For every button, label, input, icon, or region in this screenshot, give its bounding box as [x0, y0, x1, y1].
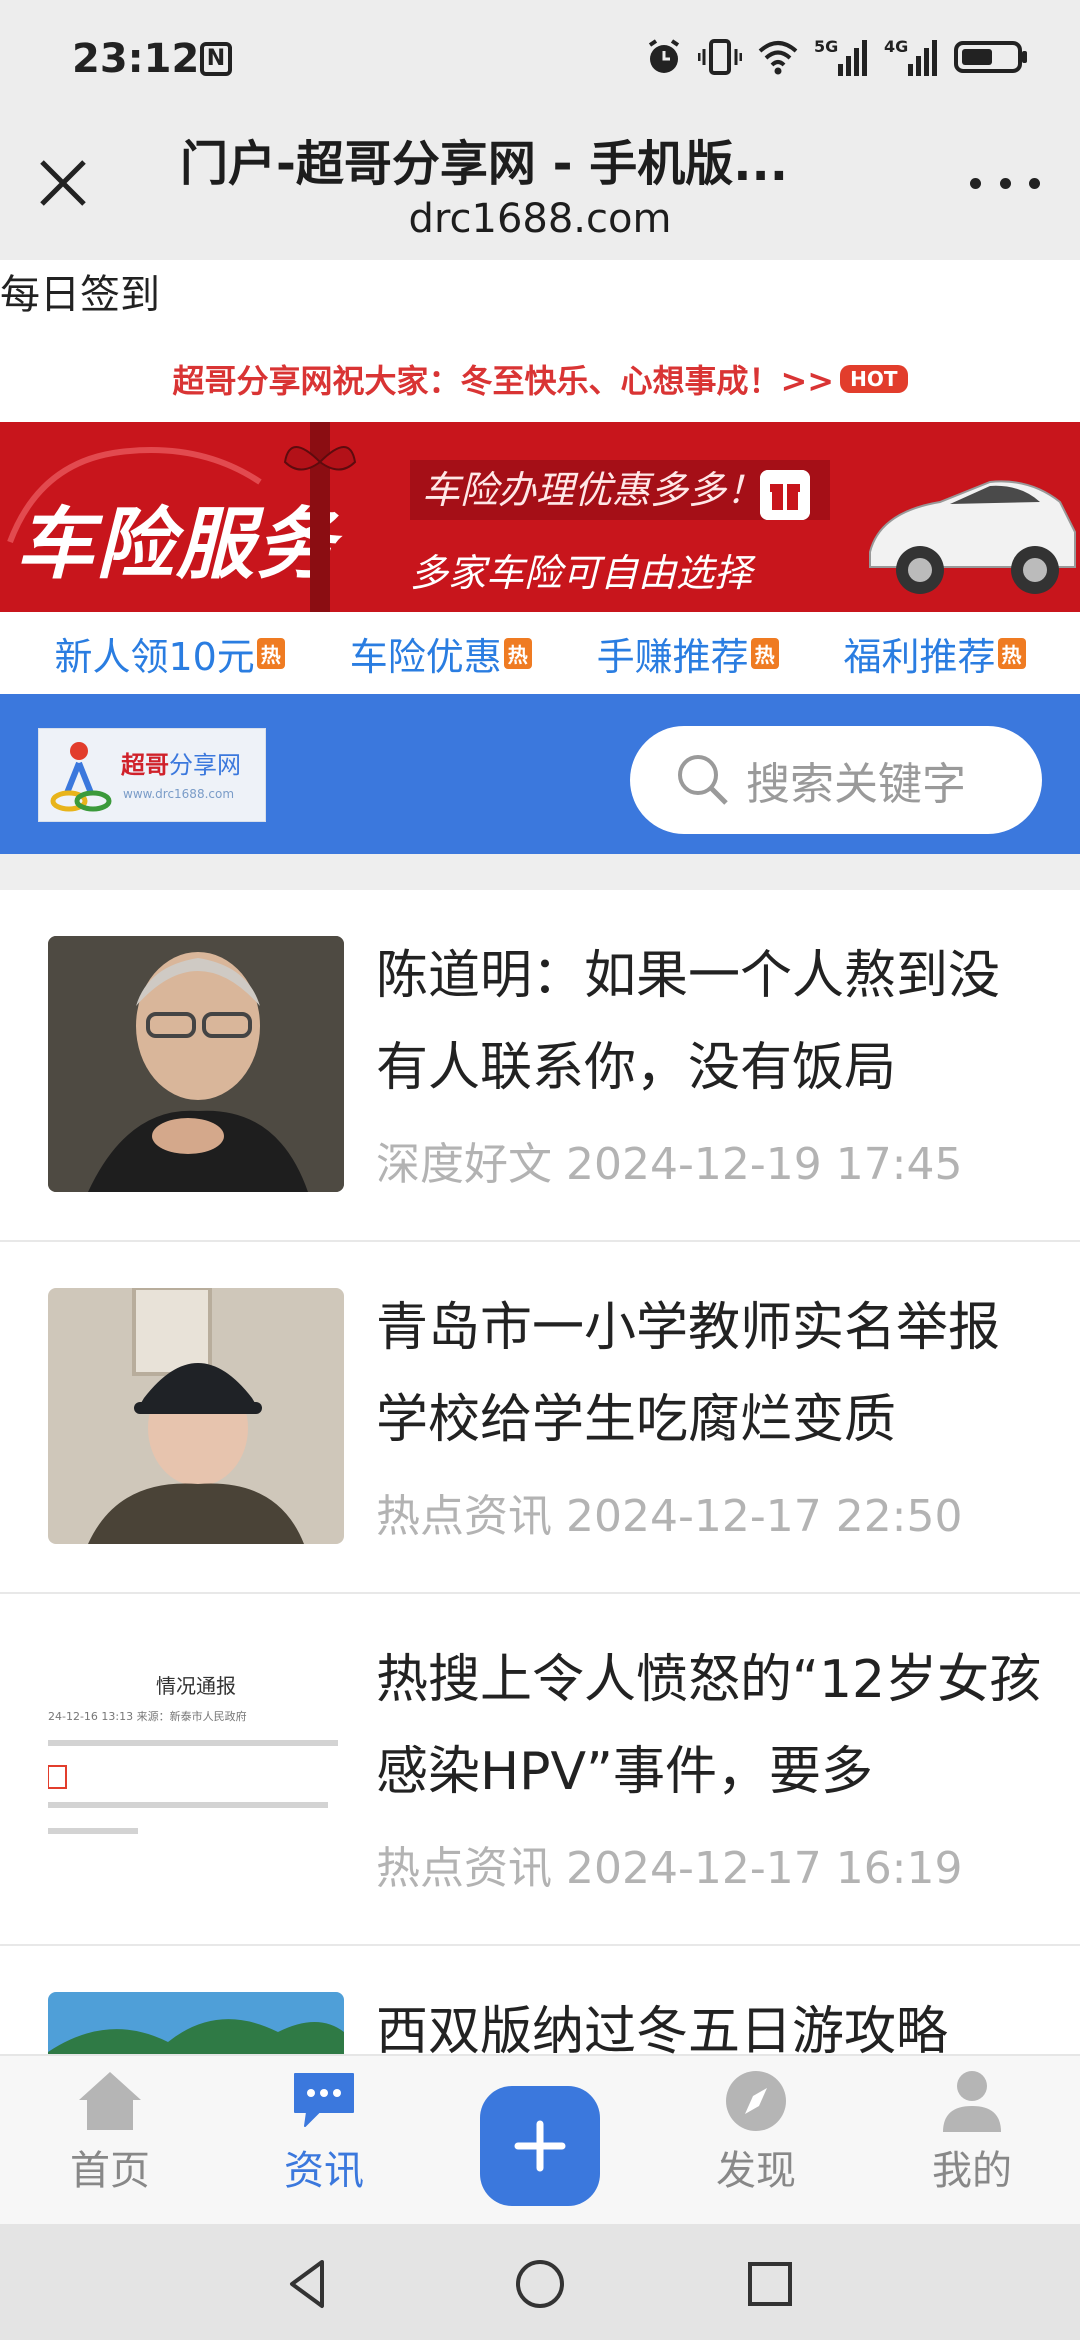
nav-discover[interactable]: 发现	[676, 2068, 836, 2196]
news-category: 深度好文	[376, 1139, 552, 1190]
signal-4g-icon: 4G	[884, 37, 937, 76]
user-icon	[943, 2071, 1001, 2132]
hot-tag: 热	[256, 637, 285, 669]
quick-link-label: 手赚推荐	[596, 634, 749, 679]
news-date: 2024-12-17 22:50	[566, 1491, 963, 1542]
nav-news[interactable]: 资讯	[244, 2068, 404, 2196]
news-date: 2024-12-17 16:19	[566, 1843, 963, 1894]
browser-title-bar: 门户-超哥分享网 - 手机版... drc1688.com	[0, 118, 1080, 260]
add-button[interactable]	[480, 2086, 600, 2206]
quick-link-car-insurance[interactable]: 车险优惠热	[350, 626, 532, 681]
wifi-icon	[758, 41, 798, 75]
nav-label: 资讯	[284, 2148, 364, 2194]
hot-tag: 热	[997, 637, 1026, 669]
announcement-marquee[interactable]: 超哥分享网祝大家：冬至快乐、心想事成！>> HOT	[0, 356, 1080, 402]
quick-link-earn[interactable]: 手赚推荐热	[597, 626, 779, 681]
status-time: 23:12	[72, 36, 200, 82]
hot-badge: HOT	[840, 365, 908, 393]
home-icon	[79, 2072, 141, 2130]
news-thumbnail	[48, 1288, 344, 1544]
logo-subtitle: www.drc1688.com	[123, 787, 235, 801]
quick-link-welfare[interactable]: 福利推荐热	[844, 626, 1026, 681]
quick-link-label: 车险优惠	[349, 634, 502, 679]
status-bar: 23:12 N 5G 4G	[0, 0, 1080, 118]
nav-label: 首页	[70, 2148, 150, 2194]
news-title: 热搜上令人愤怒的“12岁女孩感染HPV”事件，要多	[376, 1650, 1042, 1802]
back-icon[interactable]	[280, 2254, 340, 2314]
page-title: 门户-超哥分享网 - 手机版...	[180, 136, 788, 192]
vibrate-icon	[698, 39, 742, 75]
quick-link-label: 福利推荐	[843, 634, 996, 679]
list-item[interactable]: 情况通报 24-12-16 13:13 来源：新泰市人民政府 热搜上令人愤怒的“…	[0, 1594, 1080, 1946]
chat-icon	[294, 2073, 354, 2127]
news-meta: 热点资讯 2024-12-17 16:19	[376, 1832, 963, 1896]
ribbon-icon	[283, 422, 357, 612]
news-category: 热点资讯	[376, 1491, 552, 1542]
search-placeholder: 搜索关键字	[746, 759, 966, 810]
nav-home[interactable]: 首页	[30, 2068, 190, 2196]
logo-name-blue: 分享网	[169, 751, 241, 779]
news-title: 陈道明：如果一个人熬到没有人联系你，没有饭局	[376, 946, 1001, 1098]
add-icon	[514, 2120, 566, 2172]
nfc-icon: N	[200, 42, 232, 76]
divider	[0, 854, 1080, 890]
list-item[interactable]: 陈道明：如果一个人熬到没有人联系你，没有饭局 深度好文 2024-12-19 1…	[0, 890, 1080, 1242]
news-title: 青岛市一小学教师实名举报学校给学生吃腐烂变质	[376, 1298, 1001, 1450]
more-dots-icon[interactable]	[970, 168, 1040, 198]
car-insurance-banner[interactable]: 车险服务 车险办理优惠多多！！ 多家车险可自由选择	[0, 422, 1080, 612]
system-nav-bar	[0, 2224, 1080, 2340]
nav-label: 我的	[932, 2148, 1012, 2194]
news-category: 热点资讯	[376, 1843, 552, 1894]
announcement-text: 超哥分享网祝大家：冬至快乐、心想事成！>>	[172, 362, 835, 400]
list-item[interactable]: 青岛市一小学教师实名举报学校给学生吃腐烂变质 热点资讯 2024-12-17 2…	[0, 1242, 1080, 1594]
svg-text:5G: 5G	[814, 37, 838, 56]
banner-line-2: 多家车险可自由选择	[410, 551, 753, 595]
search-icon	[678, 755, 728, 805]
thumb-notice-title: 情况通报	[156, 1674, 236, 1698]
news-date: 2024-12-19 17:45	[566, 1139, 963, 1190]
news-thumbnail: 情况通报 24-12-16 13:13 来源：新泰市人民政府	[48, 1640, 344, 1896]
nav-label: 发现	[716, 2148, 796, 2194]
site-header: 超哥分享网 www.drc1688.com 搜索关键字	[0, 694, 1080, 854]
logo-text: 超哥分享网	[121, 745, 241, 780]
signal-5g-icon: 5G	[814, 37, 867, 76]
nav-profile[interactable]: 我的	[892, 2068, 1052, 2196]
compass-icon	[726, 2071, 786, 2131]
quick-link-label: 新人领10元	[54, 634, 255, 679]
quick-links: 新人领10元热 车险优惠热 手赚推荐热 福利推荐热	[0, 612, 1080, 694]
recents-icon[interactable]	[740, 2254, 800, 2314]
gift-icon	[760, 470, 810, 520]
status-icons: 5G 4G	[644, 36, 1030, 78]
hot-tag: 热	[503, 637, 532, 669]
news-thumbnail	[48, 936, 344, 1192]
logo-figure-icon	[50, 742, 112, 812]
alarm-icon	[648, 39, 680, 73]
bottom-nav: 首页 资讯 发现 我的	[0, 2054, 1080, 2224]
thumb-notice-meta: 24-12-16 13:13 来源：新泰市人民政府	[48, 1710, 247, 1723]
battery-icon	[954, 41, 1027, 73]
hot-tag: 热	[750, 637, 779, 669]
quick-link-new-user[interactable]: 新人领10元热	[54, 626, 285, 681]
news-meta: 深度好文 2024-12-19 17:45	[376, 1128, 963, 1192]
news-meta: 热点资讯 2024-12-17 22:50	[376, 1480, 963, 1544]
page-url: drc1688.com	[408, 196, 672, 242]
daily-checkin-link[interactable]: 每日签到	[0, 262, 160, 320]
car-image	[869, 480, 1076, 594]
svg-text:4G: 4G	[884, 37, 908, 56]
search-input[interactable]: 搜索关键字	[630, 726, 1042, 834]
logo-name-red: 超哥	[121, 751, 169, 779]
home-circle-icon[interactable]	[510, 2254, 570, 2314]
site-logo[interactable]: 超哥分享网 www.drc1688.com	[38, 728, 266, 822]
